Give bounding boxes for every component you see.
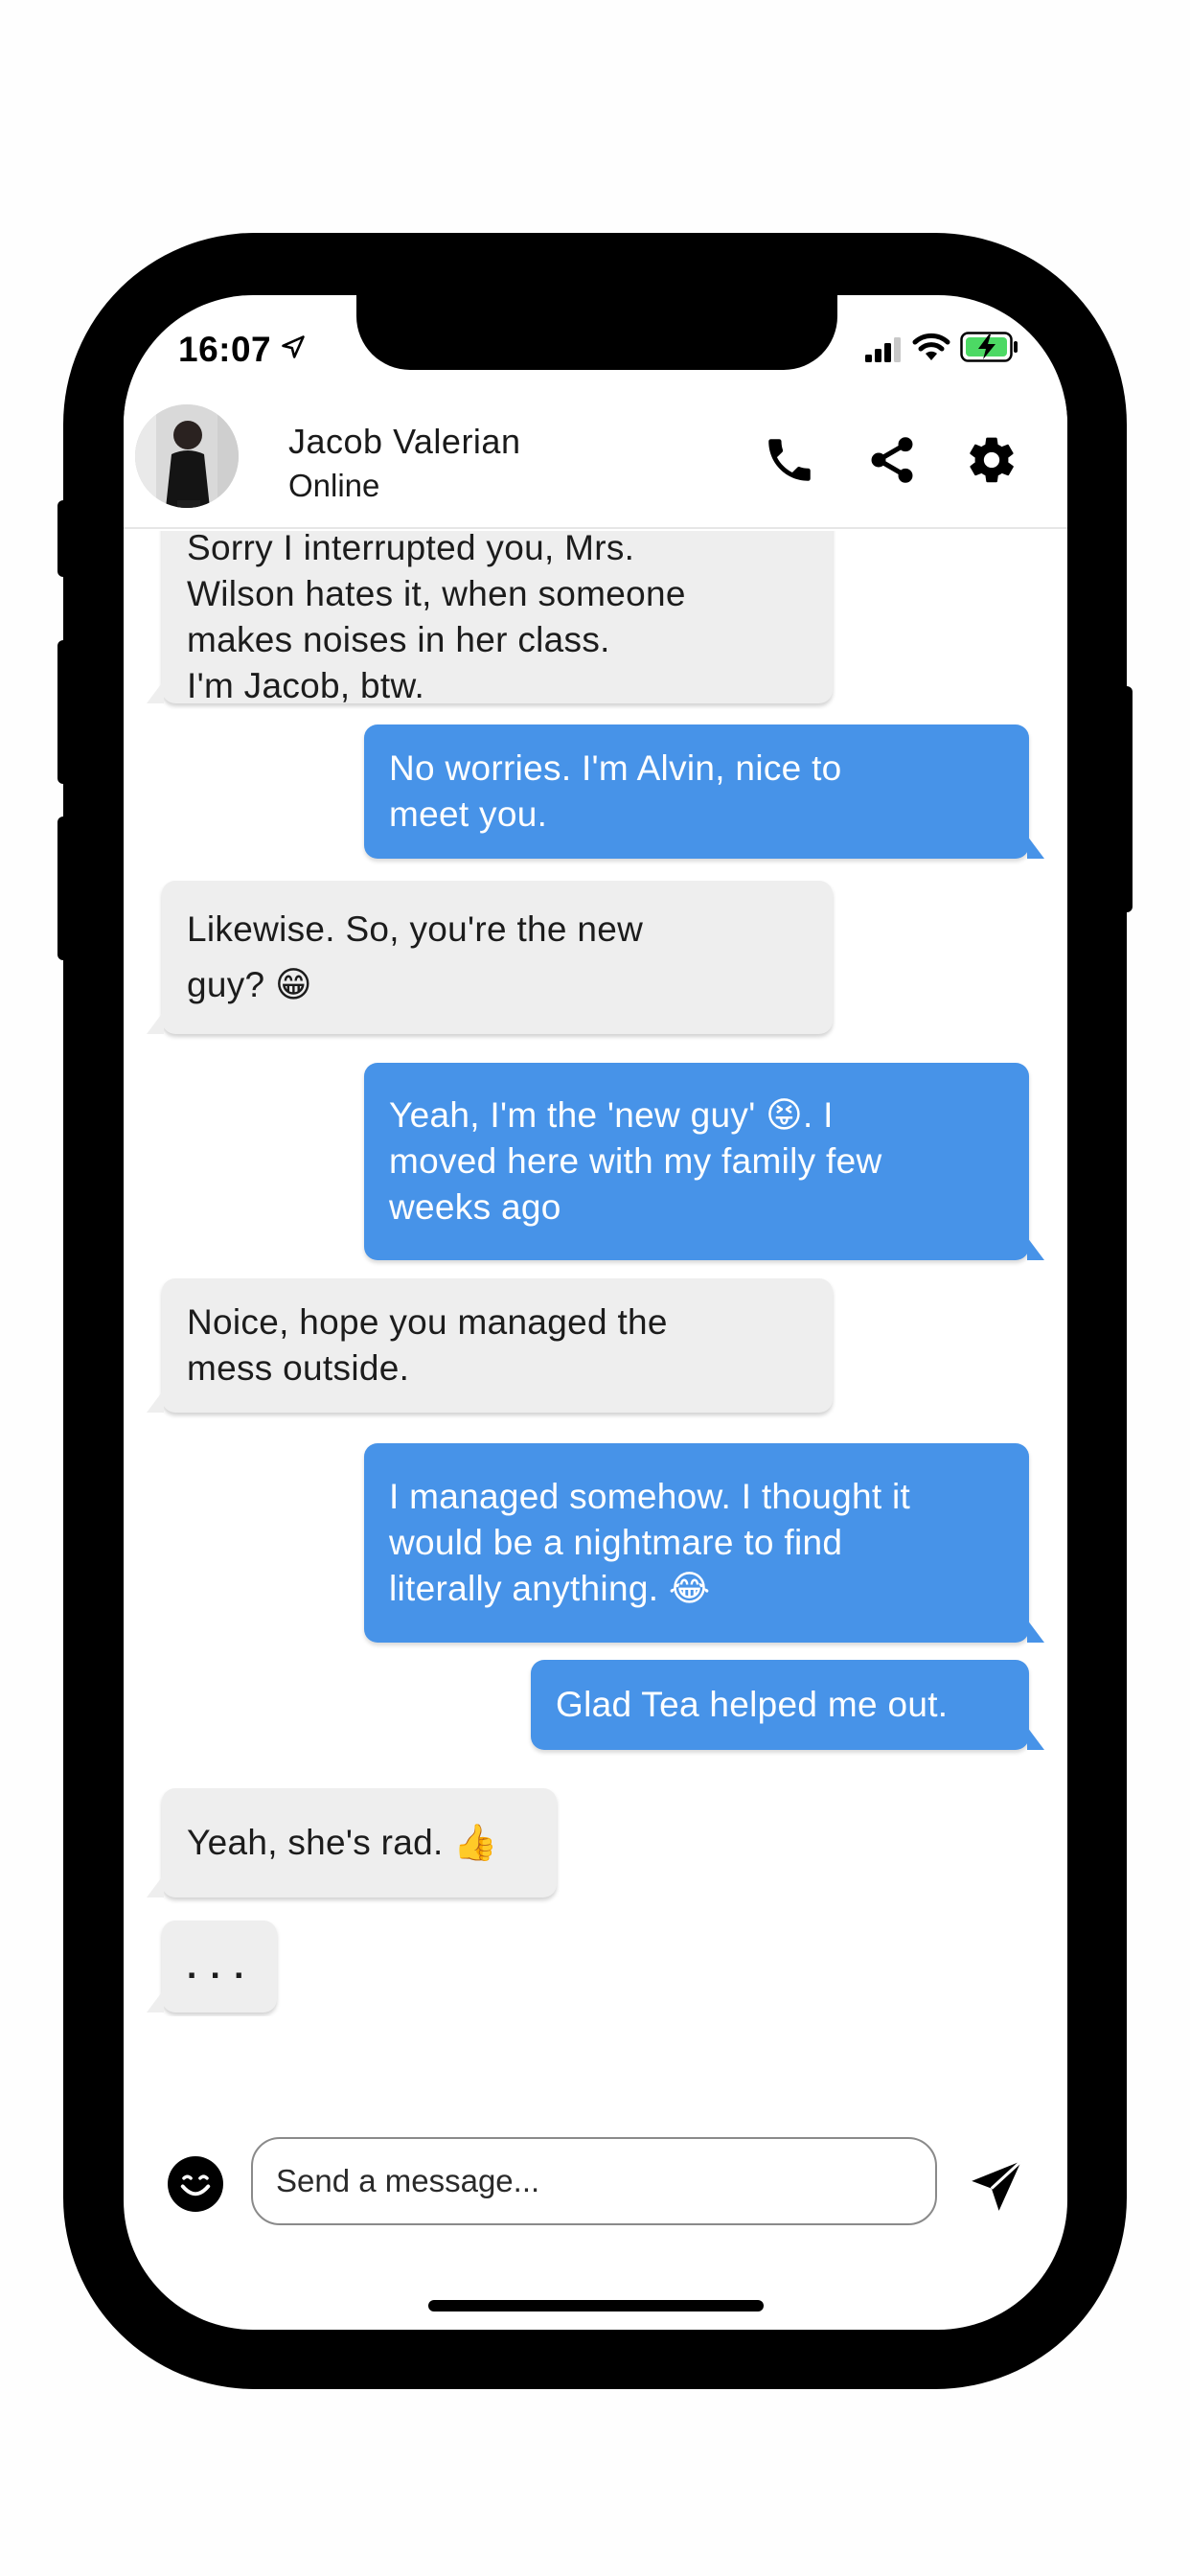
message-incoming: Likewise. So, you're the new guy? 😁 <box>147 881 833 1034</box>
avatar[interactable] <box>135 404 239 508</box>
location-arrow-icon <box>282 335 305 358</box>
home-indicator[interactable] <box>428 2300 764 2312</box>
message-composer <box>124 2126 1067 2225</box>
message-incoming: Noice, hope you managed the mess outside… <box>147 1278 833 1413</box>
paper-plane-icon[interactable] <box>967 2156 1026 2216</box>
message-list[interactable]: Sorry I interrupted you, Mrs. Wilson hat… <box>124 531 1067 2016</box>
phone-icon <box>768 439 811 481</box>
share-icon <box>871 437 913 483</box>
message-text: No worries. I'm Alvin, nice to meet you. <box>389 748 842 834</box>
chat-header: Jacob Valerian Online <box>124 399 1067 529</box>
battery-charging-icon <box>960 332 1018 362</box>
phone-screen: 16:07 Jacob Valerian Online Sorry I inte… <box>124 295 1067 2330</box>
signal-icon <box>865 337 901 362</box>
message-text: Yeah, she's rad. 👍 <box>187 1823 498 1862</box>
message-text: Noice, hope you managed the mess outside… <box>187 1302 668 1388</box>
message-outgoing: Glad Tea helped me out. <box>531 1660 1044 1750</box>
message-input[interactable] <box>251 2137 937 2225</box>
notch <box>356 295 837 370</box>
message-text: Sorry I interrupted you, Mrs. Wilson hat… <box>187 531 686 705</box>
message-incoming: Yeah, she's rad. 👍 <box>147 1788 557 1898</box>
gear-icon[interactable] <box>963 431 1020 489</box>
typing-dots: . . . <box>187 1946 246 1986</box>
gear-icon <box>970 437 1014 483</box>
message-incoming: Sorry I interrupted you, Mrs. Wilson hat… <box>147 531 833 705</box>
contact-name: Jacob Valerian <box>288 422 521 461</box>
smiley-icon[interactable] <box>168 2156 223 2212</box>
message-text: Likewise. So, you're the new guy? 😁 <box>187 909 644 1004</box>
status-time: 16:07 <box>178 330 272 369</box>
share-icon[interactable] <box>863 431 921 489</box>
contact-status: Online <box>288 468 380 503</box>
message-text: Yeah, I'm the 'new guy' 😝. I moved here … <box>389 1095 882 1227</box>
message-text: I managed somehow. I thought it would be… <box>389 1477 911 1608</box>
message-outgoing: I managed somehow. I thought it would be… <box>364 1443 1044 1643</box>
message-outgoing: No worries. I'm Alvin, nice to meet you. <box>364 724 1044 859</box>
wifi-icon <box>912 333 950 360</box>
avatar-photo <box>135 404 239 508</box>
typing-indicator: . . . <box>147 1920 277 2012</box>
phone-icon[interactable] <box>761 431 818 489</box>
message-outgoing: Yeah, I'm the 'new guy' 😝. I moved here … <box>364 1063 1044 1260</box>
message-text: Glad Tea helped me out. <box>556 1685 949 1724</box>
